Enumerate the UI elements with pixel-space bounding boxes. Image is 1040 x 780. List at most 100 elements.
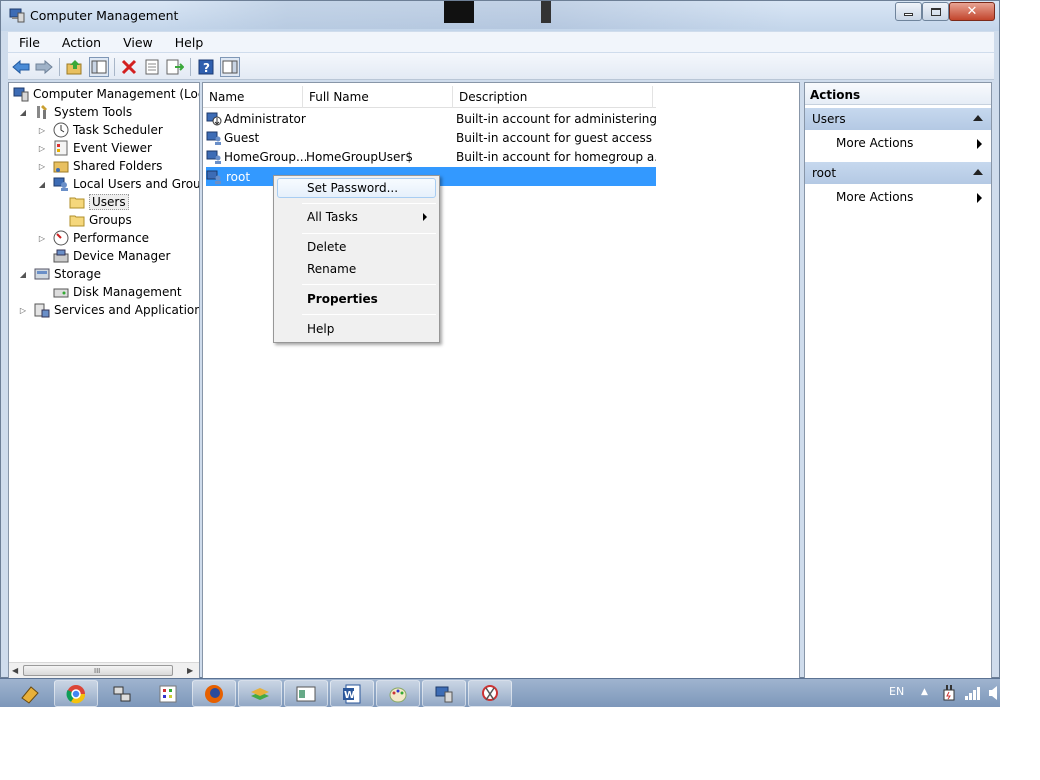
start-button[interactable] — [8, 680, 52, 707]
taskbar-stack-app[interactable] — [238, 680, 282, 707]
expanded-arrow-icon[interactable]: ◢ — [18, 108, 28, 117]
export-list-button[interactable] — [165, 57, 185, 77]
taskbar-paint[interactable] — [376, 680, 420, 707]
scroll-right-icon[interactable]: ▶ — [187, 666, 193, 675]
list-item[interactable]: Administrator Built-in account for admin… — [206, 109, 656, 128]
collapse-arrow-icon[interactable] — [973, 169, 983, 175]
tree-item-local-users-groups[interactable]: ◢ Local Users and Groups — [37, 175, 200, 193]
user-list: Name Full Name Description Administrator… — [202, 82, 800, 679]
menu-item-rename[interactable]: Rename — [277, 259, 436, 279]
users-groups-icon — [53, 176, 69, 192]
tree-item-label: Users — [89, 194, 129, 210]
menu-item-all-tasks[interactable]: All Tasks — [277, 207, 436, 227]
tree-item-task-scheduler[interactable]: ▷ Task Scheduler — [37, 121, 163, 139]
collapsed-arrow-icon[interactable]: ▷ — [18, 306, 28, 315]
help-icon: ? — [198, 59, 214, 75]
more-actions-root[interactable]: More Actions — [836, 187, 986, 207]
column-header-name[interactable]: Name — [203, 86, 303, 108]
tree-item-users[interactable]: Users — [69, 193, 129, 211]
close-button[interactable]: ✕ — [949, 2, 995, 21]
paint-icon — [389, 687, 407, 702]
show-hidden-icons-icon[interactable]: ▲ — [921, 687, 928, 697]
volume-icon[interactable] — [988, 685, 1000, 704]
collapsed-arrow-icon[interactable]: ▷ — [37, 144, 47, 153]
tree-item-label: Performance — [73, 231, 150, 245]
collapsed-arrow-icon[interactable]: ▷ — [37, 162, 47, 171]
menu-file[interactable]: File — [8, 35, 51, 50]
section-label: Users — [812, 112, 846, 126]
tree-item-performance[interactable]: ▷ Performance — [37, 229, 149, 247]
maximize-button[interactable] — [922, 2, 949, 21]
column-header-full-name[interactable]: Full Name — [303, 86, 453, 108]
expanded-arrow-icon[interactable]: ◢ — [37, 180, 47, 189]
title-bar[interactable]: Computer Management ✕ — [1, 1, 999, 31]
taskbar-computer-management[interactable] — [422, 680, 466, 707]
tree-item-computer-management[interactable]: Computer Management (Local — [13, 85, 199, 103]
taskbar-network[interactable] — [100, 680, 144, 707]
tree-item-shared-folders[interactable]: ▷ Shared Folders — [37, 157, 162, 175]
column-header-description[interactable]: Description — [453, 86, 653, 108]
scroll-left-icon[interactable]: ◀ — [12, 666, 18, 675]
computer-management-icon — [435, 686, 453, 702]
menu-help[interactable]: Help — [164, 35, 215, 50]
properties-button[interactable] — [142, 57, 162, 77]
snipping-tool-icon — [482, 684, 498, 701]
menu-item-delete[interactable]: Delete — [277, 237, 436, 257]
show-hide-console-tree-button[interactable] — [89, 57, 109, 77]
menu-action[interactable]: Action — [51, 35, 112, 50]
taskbar-word[interactable]: W — [330, 680, 374, 707]
up-level-button[interactable] — [65, 57, 85, 77]
menu-view[interactable]: View — [112, 35, 164, 50]
folder-icon — [69, 212, 85, 228]
taskbar-app-grid[interactable] — [146, 680, 190, 707]
menu-item-help[interactable]: Help — [277, 319, 436, 339]
scrollbar-thumb[interactable]: III — [23, 665, 173, 676]
menu-bar: File Action View Help — [8, 32, 994, 52]
menu-item-set-password[interactable]: Set Password... — [277, 178, 436, 198]
tree-item-system-tools[interactable]: ◢ System Tools — [18, 103, 132, 121]
help-button[interactable]: ? — [196, 57, 216, 77]
delete-button[interactable] — [119, 57, 139, 77]
collapsed-arrow-icon[interactable]: ▷ — [37, 234, 47, 243]
expanded-arrow-icon[interactable]: ◢ — [18, 270, 28, 279]
cell-name: HomeGroup... — [224, 149, 306, 164]
actions-pane: Actions Users More Actions root More Act… — [804, 82, 992, 679]
taskbar-window-app[interactable] — [284, 680, 328, 707]
tree-item-label: Disk Management — [73, 285, 182, 299]
menu-item-properties[interactable]: Properties — [277, 289, 436, 309]
language-indicator[interactable]: EN — [889, 685, 904, 698]
actions-section-users[interactable]: Users — [805, 108, 991, 130]
tree-item-disk-management[interactable]: Disk Management — [53, 283, 182, 301]
back-button[interactable] — [11, 57, 31, 77]
forward-button[interactable] — [34, 57, 54, 77]
tree-item-services-applications[interactable]: ▷ Services and Applications — [18, 301, 199, 319]
performance-icon — [53, 230, 69, 246]
minimize-button[interactable] — [895, 2, 922, 21]
tree-item-storage[interactable]: ◢ Storage — [18, 265, 101, 283]
back-icon — [12, 59, 30, 75]
device-manager-icon — [53, 248, 69, 264]
list-item[interactable]: HomeGroup... HomeGroupUser$ Built-in acc… — [206, 147, 656, 166]
tree-item-event-viewer[interactable]: ▷ Event Viewer — [37, 139, 152, 157]
tree-item-device-manager[interactable]: Device Manager — [53, 247, 170, 265]
network-signal-icon[interactable] — [964, 685, 982, 704]
tree-item-label: Local Users and Groups — [73, 177, 200, 191]
taskbar-chrome[interactable] — [54, 680, 98, 707]
taskbar-firefox[interactable] — [192, 680, 236, 707]
tree-item-label: Shared Folders — [73, 159, 163, 173]
more-actions-users[interactable]: More Actions — [836, 133, 986, 153]
tree-item-groups[interactable]: Groups — [69, 211, 132, 229]
taskbar-snipping-tool[interactable] — [468, 680, 512, 707]
cell-name: root — [224, 169, 253, 184]
cell-name: Guest — [224, 130, 260, 145]
firefox-icon — [205, 684, 223, 703]
collapse-arrow-icon[interactable] — [973, 115, 983, 121]
tree-horizontal-scrollbar[interactable]: ◀ III ▶ — [9, 662, 199, 678]
show-hide-action-pane-button[interactable] — [220, 57, 240, 77]
list-item[interactable]: Guest Built-in account for guest access … — [206, 128, 656, 147]
actions-section-root[interactable]: root — [805, 162, 991, 184]
action-label: More Actions — [836, 136, 914, 150]
collapsed-arrow-icon[interactable]: ▷ — [37, 126, 47, 135]
power-plug-icon[interactable] — [941, 684, 957, 705]
scrollbar-grip: III — [94, 667, 101, 675]
